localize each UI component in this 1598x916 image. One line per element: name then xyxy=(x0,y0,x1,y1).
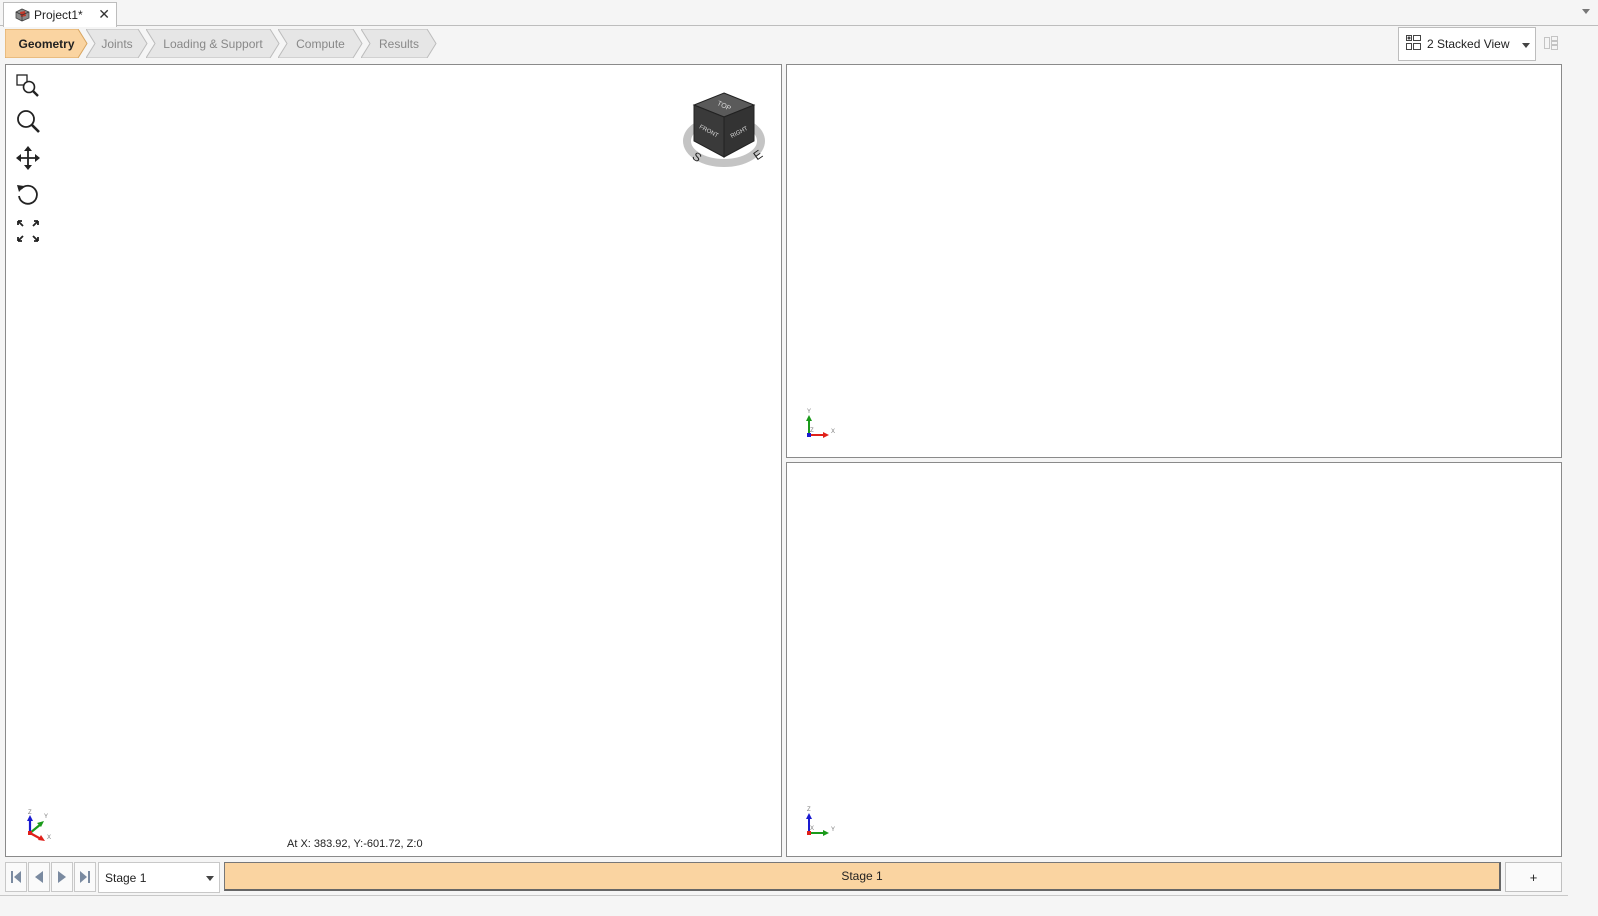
zoom-window-icon[interactable] xyxy=(15,73,41,99)
document-tab-title: Project1* xyxy=(34,8,83,22)
axis-label-x: X xyxy=(47,835,51,841)
stage-dropdown-value: Stage 1 xyxy=(105,870,147,885)
workflow-step-results[interactable]: Results xyxy=(361,29,437,58)
zoom-icon[interactable] xyxy=(15,108,41,134)
stacked-view-icon xyxy=(1406,35,1421,53)
viewport-3d[interactable]: TOP FRONT RIGHT S E Z Y X At X: 383.92, … xyxy=(5,64,782,857)
stage-bar: Stage 1 Stage 1 + xyxy=(0,859,1598,894)
pan-icon[interactable] xyxy=(15,145,41,171)
rotate-icon[interactable] xyxy=(15,182,41,208)
chevron-left-icon xyxy=(35,871,43,883)
axis-triad-yz: Z X Y xyxy=(801,803,841,842)
document-tab-project1[interactable]: Project1* ✕ xyxy=(3,2,117,27)
skip-last-icon xyxy=(80,871,90,883)
workflow-step-label: Loading & Support xyxy=(163,36,263,51)
project-icon xyxy=(14,8,31,22)
last-stage-button[interactable] xyxy=(74,862,96,892)
cursor-coordinates: At X: 383.92, Y:-601.72, Z:0 xyxy=(287,838,423,850)
workflow-step-label: Joints xyxy=(101,36,133,51)
next-stage-button[interactable] xyxy=(51,862,73,892)
chevron-down-icon xyxy=(1522,43,1530,48)
chevron-right-icon xyxy=(58,871,66,883)
close-icon[interactable]: ✕ xyxy=(98,6,110,23)
add-stage-button[interactable]: + xyxy=(1505,862,1562,892)
workflow-step-geometry[interactable]: Geometry xyxy=(5,29,88,58)
axis-label-y: Y xyxy=(44,814,48,820)
chevron-down-icon xyxy=(206,876,214,881)
viewport-plan[interactable]: Y Z X xyxy=(786,64,1562,458)
axis-label-z: Z xyxy=(28,810,32,816)
workflow-step-label: Geometry xyxy=(18,36,75,51)
stage-tab-1[interactable]: Stage 1 xyxy=(224,862,1501,891)
axis-triad-xy: Y Z X xyxy=(801,405,841,444)
axis-label-y: Y xyxy=(807,409,811,415)
workflow-bar: Geometry Joints Loading & Support Comput… xyxy=(5,29,437,58)
axis-label-y: Y xyxy=(831,827,835,833)
workflow-step-loading-support[interactable]: Loading & Support xyxy=(146,29,280,58)
view-cube[interactable]: TOP FRONT RIGHT S E xyxy=(682,89,766,173)
first-stage-button[interactable] xyxy=(5,862,27,892)
viewport-elevation[interactable]: Z X Y xyxy=(786,462,1562,857)
zoom-extents-icon[interactable] xyxy=(15,218,41,244)
view-layout-label: 2 Stacked View xyxy=(1427,37,1510,51)
workflow-step-label: Results xyxy=(378,36,419,51)
previous-stage-button[interactable] xyxy=(28,862,50,892)
workflow-step-label: Compute xyxy=(296,36,345,51)
compass-label-e: E xyxy=(751,147,766,163)
tab-overflow-chevron-icon[interactable] xyxy=(1582,9,1590,14)
panel-layout-icon[interactable] xyxy=(1543,35,1559,51)
status-divider xyxy=(0,895,1568,896)
axis-triad-3d: Z Y X xyxy=(22,809,54,848)
axis-label-x: X xyxy=(831,429,835,435)
axis-label-z: Z xyxy=(807,807,811,813)
skip-first-icon xyxy=(11,871,21,883)
axis-label-x: X xyxy=(810,826,814,832)
workflow-step-joints[interactable]: Joints xyxy=(86,29,148,58)
axis-label-z: Z xyxy=(810,428,814,434)
view-layout-dropdown[interactable]: 2 Stacked View xyxy=(1398,27,1536,61)
stage-dropdown[interactable]: Stage 1 xyxy=(98,862,220,893)
document-tab-strip: Project1* ✕ xyxy=(0,0,1598,27)
workflow-step-compute[interactable]: Compute xyxy=(278,29,363,58)
